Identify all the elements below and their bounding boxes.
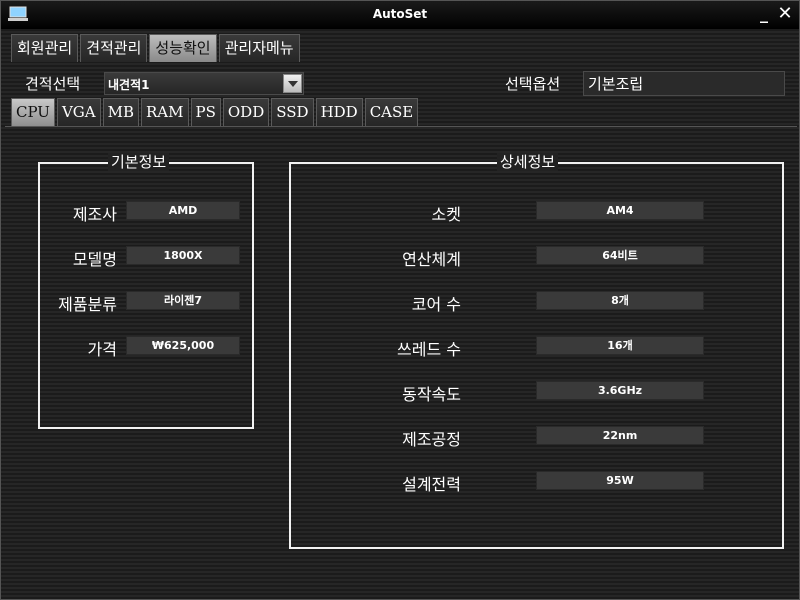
model-label: 모델명 <box>72 250 117 269</box>
core-count-value: 8개 <box>536 291 704 310</box>
tab-estimate-management[interactable]: 견적관리 <box>80 34 148 62</box>
component-tab-bar: CPU VGA MB RAM PS ODD SSD HDD CASE <box>11 98 420 126</box>
minimize-button[interactable]: _ <box>755 4 773 24</box>
chevron-down-icon[interactable] <box>283 74 302 93</box>
main-tab-bar: 회원관리 견적관리 성능확인 관리자메뉴 <box>11 34 302 62</box>
tab-ssd[interactable]: SSD <box>271 98 314 126</box>
tab-admin-menu[interactable]: 관리자메뉴 <box>218 34 300 62</box>
model-value: 1800X <box>126 246 240 265</box>
manufacturer-value: AMD <box>126 201 240 220</box>
price-label: 가격 <box>87 340 117 359</box>
tab-case[interactable]: CASE <box>364 98 419 126</box>
manufacturer-label: 제조사 <box>72 205 117 224</box>
product-category-label: 제품분류 <box>58 295 117 314</box>
price-value: ₩625,000 <box>126 336 240 355</box>
thread-count-value: 16개 <box>536 336 704 355</box>
tdp-value: 95W <box>536 471 704 490</box>
tdp-label: 설계전력 <box>402 475 461 494</box>
tab-mb[interactable]: MB <box>102 98 139 126</box>
tab-vga[interactable]: VGA <box>56 98 101 126</box>
socket-label: 소켓 <box>431 205 461 224</box>
option-field[interactable]: 기본조립 <box>583 71 785 96</box>
tab-hdd[interactable]: HDD <box>315 98 363 126</box>
process-node-label: 제조공정 <box>402 430 461 449</box>
tab-odd[interactable]: ODD <box>222 98 270 126</box>
tab-cpu[interactable]: CPU <box>11 98 55 126</box>
thread-count-label: 쓰레드 수 <box>397 340 461 359</box>
detail-info-title: 상세정보 <box>497 153 559 171</box>
tab-ram[interactable]: RAM <box>141 98 189 126</box>
window-title: AutoSet <box>372 7 428 21</box>
option-label: 선택옵션 <box>505 75 561 93</box>
clock-speed-value: 3.6GHz <box>536 381 704 400</box>
title-bar[interactable]: AutoSet _ ✕ <box>1 1 799 29</box>
estimate-select-label: 견적선택 <box>25 75 81 93</box>
estimate-select-value: 내견적1 <box>108 78 150 92</box>
process-node-value: 22nm <box>536 426 704 445</box>
app-window: AutoSet _ ✕ 회원관리 견적관리 성능확인 관리자메뉴 견적선택 내견… <box>0 0 800 600</box>
architecture-label: 연산체계 <box>402 250 461 269</box>
close-button[interactable]: ✕ <box>775 3 795 25</box>
architecture-value: 64비트 <box>536 246 704 265</box>
clock-speed-label: 동작속도 <box>402 385 461 404</box>
tab-member-management[interactable]: 회원관리 <box>11 34 79 62</box>
tab-ps[interactable]: PS <box>190 98 221 126</box>
tab-performance-check[interactable]: 성능확인 <box>149 34 217 62</box>
socket-value: AM4 <box>536 201 704 220</box>
core-count-label: 코어 수 <box>411 295 461 314</box>
estimate-select[interactable]: 내견적1 <box>104 72 304 95</box>
product-category-value: 라이젠7 <box>126 291 240 310</box>
basic-info-title: 기본정보 <box>108 153 170 171</box>
